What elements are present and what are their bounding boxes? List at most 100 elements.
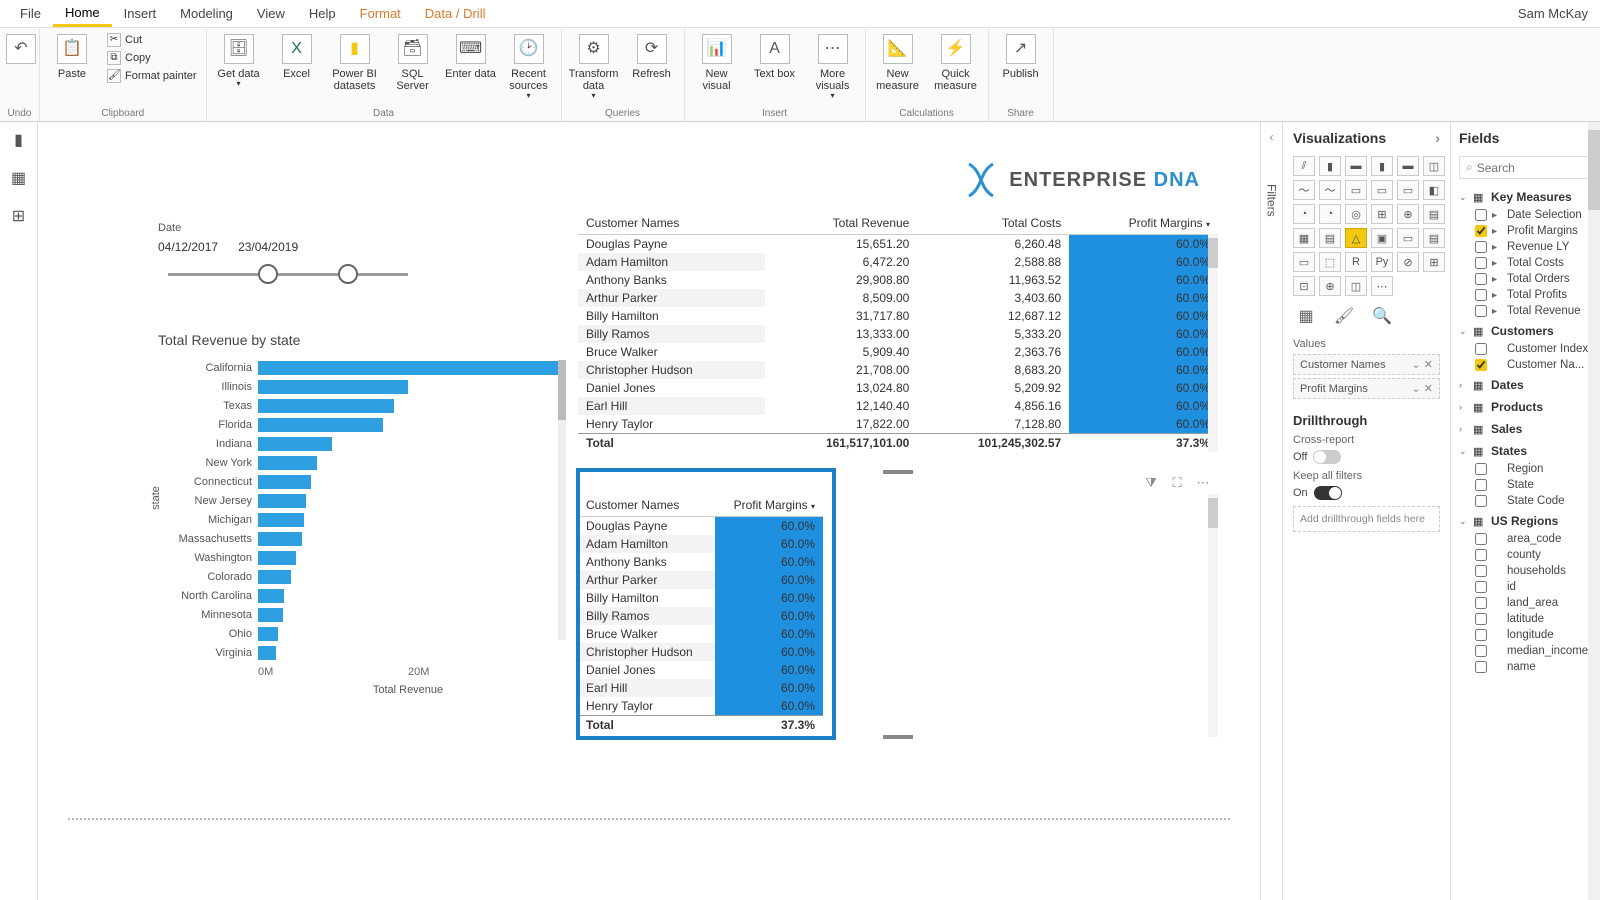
field-item[interactable]: name [1459, 659, 1592, 675]
quick-measure-button[interactable]: ⚡Quick measure [930, 30, 982, 92]
field-item[interactable]: county [1459, 547, 1592, 563]
field-checkbox[interactable] [1475, 343, 1487, 355]
viz-type-15[interactable]: ⊞ [1371, 204, 1393, 224]
table-row[interactable]: Earl Hill12,140.404,856.1660.0% [578, 397, 1218, 415]
viz-type-20[interactable]: △ [1345, 228, 1367, 248]
field-item[interactable]: ▸Total Costs [1459, 255, 1592, 271]
viz-type-29[interactable]: ⊞ [1423, 252, 1445, 272]
bar-row[interactable]: Minnesota [158, 605, 558, 624]
field-item[interactable]: Customer Na... [1459, 357, 1592, 373]
table-row[interactable]: Christopher Hudson21,708.008,683.2060.0% [578, 361, 1218, 379]
table2-scrollbar[interactable] [1208, 494, 1218, 737]
menu-format[interactable]: Format [348, 2, 413, 25]
report-canvas[interactable]: ENTERPRISE DNA Date 04/12/2017 23/04/201… [38, 122, 1260, 900]
viz-type-16[interactable]: ⊕ [1397, 204, 1419, 224]
viz-type-18[interactable]: ▦ [1293, 228, 1315, 248]
paste-button[interactable]: 📋Paste [46, 30, 98, 80]
viz-type-31[interactable]: ⊕ [1319, 276, 1341, 296]
col-header[interactable]: Customer Names [578, 212, 765, 235]
fields-search[interactable]: ⌕ [1459, 156, 1592, 179]
new-measure-button[interactable]: 📐New measure [872, 30, 924, 92]
recent-sources-button[interactable]: 🕑Recent sources▾ [503, 30, 555, 101]
viz-type-10[interactable]: ▭ [1397, 180, 1419, 200]
table-row[interactable]: Billy Ramos60.0% [578, 607, 823, 625]
menu-modeling[interactable]: Modeling [168, 2, 245, 25]
more-visuals-button[interactable]: ⋯More visuals▾ [807, 30, 859, 101]
field-checkbox[interactable] [1475, 613, 1487, 625]
more-options-icon[interactable]: ⋯ [1194, 475, 1212, 491]
field-item[interactable]: Region [1459, 461, 1592, 477]
search-input[interactable] [1477, 161, 1585, 175]
field-checkbox[interactable] [1475, 495, 1487, 507]
filters-pane-collapsed[interactable]: ‹ Filters [1260, 122, 1282, 900]
viz-type-9[interactable]: ▭ [1371, 180, 1393, 200]
fields-tab-icon[interactable]: ▦ [1293, 306, 1319, 330]
viz-type-22[interactable]: ▭ [1397, 228, 1419, 248]
slicer-from[interactable]: 04/12/2017 [158, 240, 218, 254]
viz-type-17[interactable]: ▤ [1423, 204, 1445, 224]
field-checkbox[interactable] [1475, 289, 1487, 301]
col-header[interactable]: Profit Margins ▾ [715, 494, 823, 517]
bar-row[interactable]: Colorado [158, 567, 558, 586]
field-checkbox[interactable] [1475, 257, 1487, 269]
bar-row[interactable]: New Jersey [158, 491, 558, 510]
field-item[interactable]: area_code [1459, 531, 1592, 547]
field-checkbox[interactable] [1475, 549, 1487, 561]
cut-button[interactable]: ✂Cut [104, 32, 200, 48]
viz-type-24[interactable]: ▭ [1293, 252, 1315, 272]
table-row[interactable]: Henry Taylor17,822.007,128.8060.0% [578, 415, 1218, 434]
viz-type-23[interactable]: ▤ [1423, 228, 1445, 248]
table-row[interactable]: Arthur Parker60.0% [578, 571, 823, 589]
field-item[interactable]: Customer Index [1459, 341, 1592, 357]
table-scrollbar[interactable] [1208, 234, 1218, 452]
viz-type-27[interactable]: Py [1371, 252, 1393, 272]
slicer-to[interactable]: 23/04/2019 [238, 240, 298, 254]
collapse-viz-icon[interactable]: › [1435, 130, 1440, 146]
table-row[interactable]: Douglas Payne60.0% [578, 517, 823, 536]
bar-row[interactable]: Texas [158, 396, 558, 415]
field-item[interactable]: longitude [1459, 627, 1592, 643]
viz-type-8[interactable]: ▭ [1345, 180, 1367, 200]
pbi-datasets-button[interactable]: ▮Power BI datasets [329, 30, 381, 92]
field-item[interactable]: ▸Date Selection [1459, 207, 1592, 223]
report-view-icon[interactable]: ▮ [9, 130, 29, 150]
table-visual-selected[interactable]: ⧩ ⛶ ⋯ Customer NamesProfit Margins ▾Doug… [578, 472, 1218, 737]
field-item[interactable]: ▸Profit Margins [1459, 223, 1592, 239]
table-row[interactable]: Henry Taylor60.0% [578, 697, 823, 716]
new-visual-button[interactable]: 📊New visual [691, 30, 743, 92]
slider-thumb-to[interactable] [338, 264, 358, 284]
viz-type-7[interactable]: 〜 [1319, 180, 1341, 200]
copy-button[interactable]: ⧉Copy [104, 50, 200, 66]
table-row[interactable]: Billy Hamilton60.0% [578, 589, 823, 607]
field-item[interactable]: land_area [1459, 595, 1592, 611]
viz-type-12[interactable]: ◔ [1293, 204, 1315, 224]
viz-type-25[interactable]: ⬚ [1319, 252, 1341, 272]
field-checkbox[interactable] [1475, 597, 1487, 609]
viz-type-13[interactable]: ◔ [1319, 204, 1341, 224]
date-slicer[interactable]: Date 04/12/2017 23/04/2019 [158, 222, 438, 284]
bar-row[interactable]: Massachusetts [158, 529, 558, 548]
field-item[interactable]: median_income [1459, 643, 1592, 659]
menu-help[interactable]: Help [297, 2, 348, 25]
excel-button[interactable]: XExcel [271, 30, 323, 80]
field-group-states[interactable]: ⌄▦States [1459, 441, 1592, 461]
bar-chart[interactable]: Total Revenue by state CaliforniaIllinoi… [158, 332, 558, 696]
menu-file[interactable]: File [8, 2, 53, 25]
field-item[interactable]: ▸Total Profits [1459, 287, 1592, 303]
sql-server-button[interactable]: 🗃SQL Server [387, 30, 439, 92]
menu-home[interactable]: Home [53, 1, 112, 27]
resize-handle-top[interactable] [883, 470, 913, 474]
bar-row[interactable]: New York [158, 453, 558, 472]
field-checkbox[interactable] [1475, 479, 1487, 491]
format-tab-icon[interactable]: 🖌 [1331, 306, 1357, 330]
right-scrollbar[interactable] [1588, 122, 1600, 900]
viz-type-19[interactable]: ▤ [1319, 228, 1341, 248]
field-checkbox[interactable] [1475, 241, 1487, 253]
field-group-usregions[interactable]: ⌄▦US Regions [1459, 511, 1592, 531]
viz-type-21[interactable]: ▣ [1371, 228, 1393, 248]
field-checkbox[interactable] [1475, 359, 1487, 371]
viz-type-6[interactable]: 〜 [1293, 180, 1315, 200]
enter-data-button[interactable]: ⌨Enter data [445, 30, 497, 80]
table-row[interactable]: Bruce Walker60.0% [578, 625, 823, 643]
analytics-tab-icon[interactable]: 🔍 [1369, 306, 1395, 330]
